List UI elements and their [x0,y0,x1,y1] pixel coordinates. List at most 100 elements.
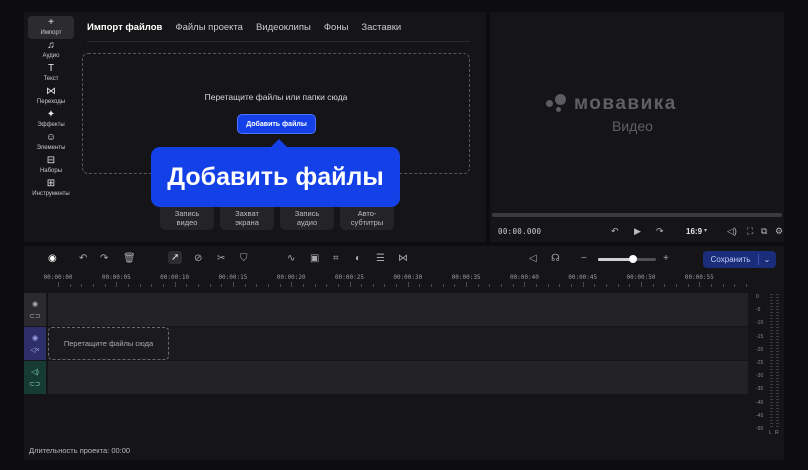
ruler-tick [710,284,712,287]
meter-channel-label: L [769,430,772,436]
transition-icon[interactable]: ⋈ [398,253,408,264]
chevron-down-icon[interactable]: ⌄ [759,255,775,264]
zoom-slider-fill [598,258,633,261]
ai-icon[interactable]: ☊ [551,253,560,264]
crop-icon[interactable]: ⌗ [333,253,339,264]
undo-icon[interactable]: ↶ [79,253,87,264]
ruler-tick [291,282,293,287]
music-note-icon: ♫ [47,40,55,51]
record-icon[interactable]: ◉ [48,253,57,264]
redo-icon[interactable]: ↷ [100,253,108,264]
tab-backgrounds[interactable]: Фоны [324,22,349,36]
preview-panel: мовавика Видео 00:00.000 ↶ ▶ ↷ 16:9 ▾ ◁)… [490,12,784,242]
timeline-toolbar: ◉ ↶ ↷ 🗑 ➚ ⊘ ✂ ⛉ ∿ ▣ ⌗ ◐ ☰ ⋈ ◁ ☊ − + Сохр… [24,246,784,272]
gear-icon[interactable]: ⚙ [775,226,783,237]
pointer-icon[interactable]: ➚ [168,251,183,264]
volume-icon[interactable]: ◁) [727,226,737,237]
add-files-tooltip: Добавить файлы [151,139,400,207]
sidebar-item-transitions[interactable]: ⋈ Переходы [28,85,74,108]
sidebar-item-label: Наборы [39,168,63,174]
mute-icon[interactable]: ◁× [30,346,39,354]
scissors-icon[interactable]: ✂ [217,253,225,264]
audio-wave-icon[interactable]: ∿ [287,253,295,264]
ruler-tick [81,284,83,287]
ruler-tick [197,284,199,287]
save-button[interactable]: Сохранить ⌄ [703,251,776,268]
sidebar-item-label: Эффекты [37,122,65,128]
ruler-tick [675,284,677,287]
image-icon[interactable]: ▣ [310,253,319,264]
speaker-icon[interactable]: ◁) [31,368,39,376]
zoom-out-icon[interactable]: − [581,253,587,264]
ruler-tick-label: 00:00:20 [276,274,306,281]
play-icon[interactable]: ▶ [634,226,641,237]
eye-icon[interactable]: ◉ [32,334,38,342]
link-icon[interactable]: ⊂⊃ [29,380,41,388]
tab-import-files[interactable]: Импорт файлов [87,22,162,36]
aspect-ratio-select[interactable]: 16:9 [686,227,702,236]
audio-detach-icon[interactable]: ◁ [529,253,537,264]
add-files-button[interactable]: Добавить файлы [237,114,316,134]
sidebar-item-import[interactable]: + Импорт [28,16,74,39]
meter-scale-label: -5 [756,307,761,314]
ruler-tick [745,284,747,287]
ruler-tick [617,284,619,287]
timeline-drop-target[interactable]: Перетащите файлы сюда [48,327,169,360]
tab-divider [87,41,470,42]
sidebar-item-label: Аудио [42,53,60,59]
ruler-tick [571,284,573,287]
meter-scale-label: -35 [756,386,764,393]
ruler-tick [734,284,736,287]
ruler-tick [594,284,596,287]
save-button-label: Сохранить [710,255,751,264]
tooltip-text: Добавить файлы [167,162,384,191]
ruler-tick-label: 00:00:25 [335,274,364,281]
tab-project-files[interactable]: Файлы проекта [175,22,243,36]
playback-time: 00:00.000 [498,226,542,236]
ruler-tick [127,284,129,287]
elements-icon: ☺ [45,132,57,143]
sidebar-item-sets[interactable]: ⊟ Наборы [28,154,74,177]
color-icon[interactable]: ◐ [355,253,361,264]
ruler-tick [407,282,409,287]
tab-intros[interactable]: Заставки [361,22,401,36]
adjust-icon[interactable]: ☰ [376,253,385,264]
preview-scrubber[interactable] [492,213,782,217]
movavi-editor-window: + Импорт ♫ Аудио T Текст ⋈ Переходы ✦ Эф… [0,0,808,470]
step-forward-icon[interactable]: ↷ [656,226,664,237]
disable-icon[interactable]: ⊘ [194,253,202,264]
zoom-slider[interactable] [598,255,656,263]
step-back-icon[interactable]: ↶ [611,226,619,237]
timeline-ruler[interactable]: 00:00:00 00:00:05 00:00:10 00:00:15 00:00:20… [44,274,747,288]
ruler-tick [512,284,514,287]
zoom-slider-knob[interactable] [628,255,637,263]
sidebar-item-label: Элементы [36,145,66,151]
meter-scale-label: -30 [756,373,764,380]
ruler-tick-label: 00:00:35 [451,274,481,281]
meter-scale-label: -15 [756,333,764,340]
overlay-track-body[interactable] [48,293,748,326]
sidebar-item-text[interactable]: T Текст [28,62,74,85]
sidebar-item-elements[interactable]: ☺ Элементы [28,131,74,154]
audio-track-body[interactable] [48,361,748,394]
chevron-down-icon[interactable]: ▾ [704,227,707,234]
zoom-in-icon[interactable]: + [663,253,669,264]
fullscreen-icon[interactable]: ⛶ [747,226,753,237]
sidebar-item-label: Импорт [40,30,62,36]
capture-label-line1: Запись [294,209,320,218]
link-icon[interactable]: ⊂⊃ [29,312,41,320]
sidebar-item-audio[interactable]: ♫ Аудио [28,39,74,62]
tab-video-clips[interactable]: Видеоклипы [256,22,311,36]
shield-icon[interactable]: ⛉ [240,253,248,264]
ruler-tick-label: 00:00:50 [626,274,656,281]
ruler-tick [396,284,398,287]
sidebar-item-effects[interactable]: ✦ Эффекты [28,108,74,131]
sidebar-item-label: Переходы [36,99,66,105]
sidebar-item-tools[interactable]: ⊞ Инструменты [28,177,74,200]
audio-level-meter: 0 -5 -10 -15 -20 -25 -30 -35 -40 -45 -50 L R [752,294,784,454]
popout-icon[interactable]: ⧉ [761,226,767,237]
trash-icon[interactable]: 🗑 [123,253,136,264]
eye-icon[interactable]: ◉ [32,300,38,308]
logo-subtitle: Видео [612,118,653,134]
ruler-tick [174,282,176,287]
